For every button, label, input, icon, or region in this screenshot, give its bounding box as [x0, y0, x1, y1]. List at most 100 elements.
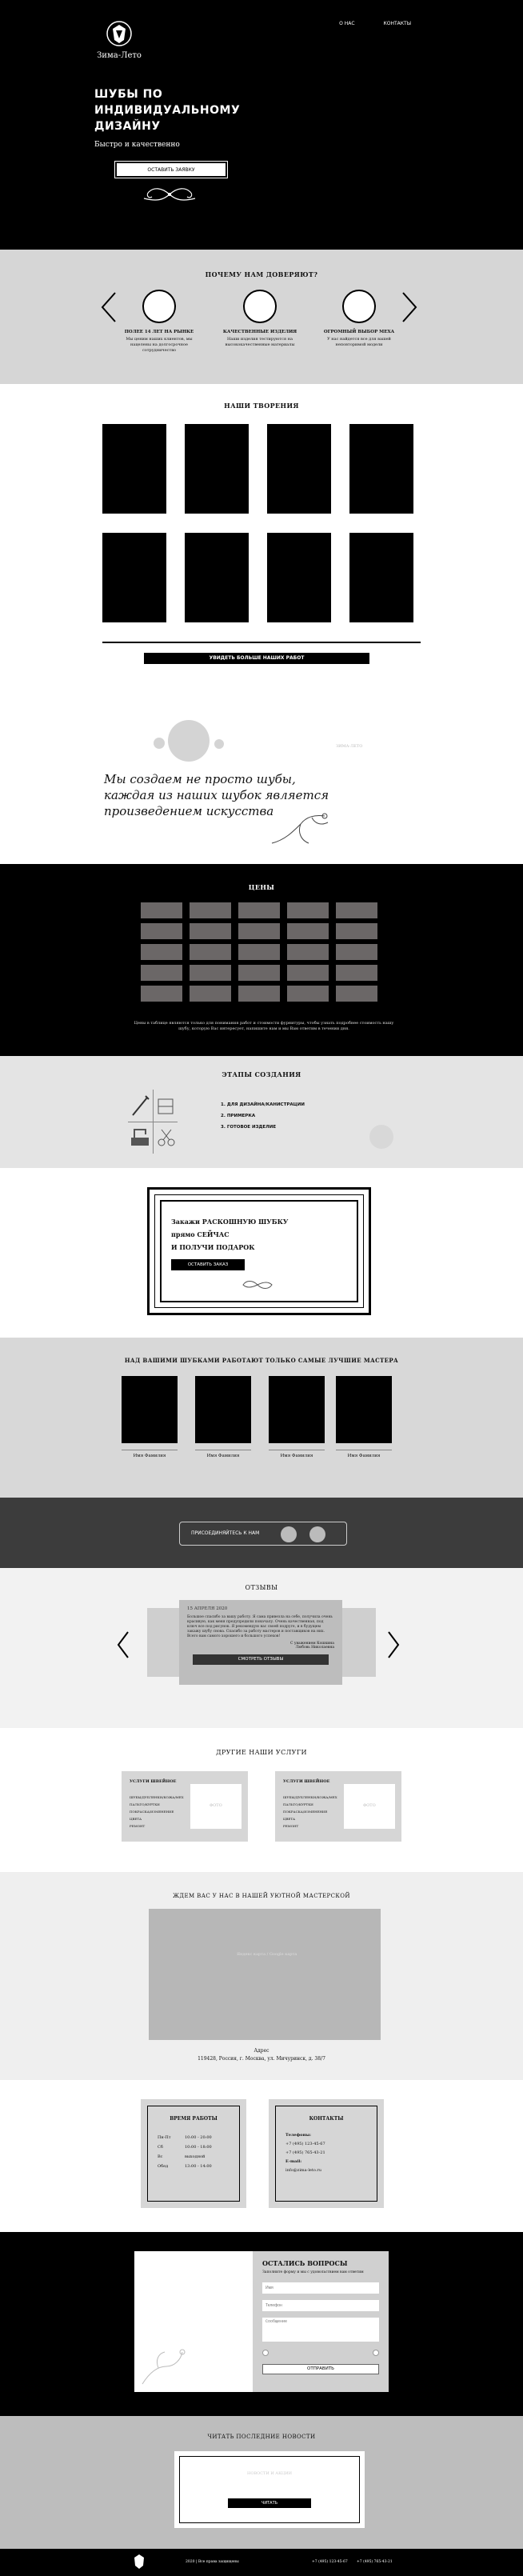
master-name: Имя Фамилия — [133, 1454, 166, 1458]
why-item-title: ОГРОМНЫЙ ВЫБОР МЕХА — [323, 330, 395, 334]
price-cell — [287, 902, 329, 918]
service-photo-label: ФОТО — [210, 1803, 222, 1808]
offer-button[interactable]: ОСТАВИТЬ ЗАКАЗ — [171, 1259, 245, 1270]
ruler-icon — [158, 1098, 174, 1114]
master-card-2: Имя Фамилия — [195, 1376, 251, 1458]
work-photo[interactable] — [185, 533, 249, 622]
hours-day: Сб — [158, 2145, 163, 2150]
address-label: Адрес — [254, 2048, 269, 2054]
works-scrollbar[interactable] — [102, 642, 421, 643]
stages-illustration — [128, 1090, 178, 1154]
chevron-left-icon[interactable] — [99, 291, 118, 323]
stage-item: 1. ДЛЯ ДИЗАЙНА/КАНИСТРАЦИИ — [221, 1102, 305, 1107]
service-item: ПАЛЬТО/КУРТКИ — [130, 1802, 160, 1806]
consent-checkbox[interactable] — [262, 2350, 269, 2356]
offer-line-2: прямо СЕЙЧАС — [171, 1230, 230, 1238]
service-card-title: УСЛУГИ ШВЕЙНОЕ — [130, 1779, 177, 1784]
name-input[interactable] — [262, 2282, 379, 2294]
works-section: НАШИ ТВОРЕНИЯ УВИДЕТЬ БОЛЬШЕ НАШИХ РАБОТ — [0, 384, 523, 688]
consent-row — [262, 2350, 379, 2356]
work-photo[interactable] — [349, 424, 413, 514]
work-photo[interactable] — [185, 424, 249, 514]
service-item: РЕМОНТ — [283, 1824, 299, 1828]
hero-cta-button[interactable]: ОСТАВИТЬ ЗАЯВКУ — [114, 161, 228, 178]
service-card-1: УСЛУГИ ШВЕЙНОЕ ШУБЫ/ДУБЛЕНКИ/КОЖА/МЕХ ПА… — [122, 1771, 248, 1842]
why-item-title: КАЧЕСТВЕННЫЕ ИЗДЕЛИЯ — [222, 330, 297, 334]
phone-input[interactable] — [262, 2300, 379, 2311]
sewing-machine-icon — [131, 1129, 149, 1146]
send-button[interactable]: ОТПРАВИТЬ — [262, 2364, 379, 2374]
work-photo[interactable] — [267, 424, 331, 514]
question-form: ОСТАЛИСЬ ВОПРОСЫ Заполните форму и мы с … — [253, 2251, 389, 2392]
more-works-button[interactable]: УВИДЕТЬ БОЛЬШЕ НАШИХ РАБОТ — [144, 653, 369, 664]
work-photo[interactable] — [349, 533, 413, 622]
social-icon[interactable] — [309, 1526, 325, 1542]
service-item: ПАЛЬТО/КУРТКИ — [283, 1802, 313, 1806]
stage-item: 3. ГОТОВОЕ ИЗДЕЛИЕ — [221, 1125, 277, 1130]
decor-circle — [214, 739, 224, 749]
services-section: ДРУГИЕ НАШИ УСЛУГИ УСЛУГИ ШВЕЙНОЕ ШУБЫ/Д… — [0, 1728, 523, 1872]
contacts-line[interactable]: +7 (495) 765-43-21 — [285, 2149, 372, 2158]
why-item-text: Мы ценим наших клиентов, мы нацелены на … — [126, 337, 193, 353]
scissors-icon — [158, 1129, 175, 1146]
top-nav: О НАС КОНТАКТЫ — [339, 21, 411, 26]
why-item-3: ОГРОМНЫЙ ВЫБОР МЕХА У нас найдется все д… — [318, 290, 400, 348]
contacts-line: E-mail: — [285, 2159, 302, 2164]
join-section: ПРИСОЕДИНЯЙТЕСЬ К НАМ — [0, 1498, 523, 1568]
offer-frame: Закажи РАСКОШНУЮ ШУБКУ прямо СЕЙЧАС И ПО… — [147, 1187, 371, 1315]
news-inner-label: НОВОСТИ И АКЦИИ — [246, 2471, 293, 2476]
price-table — [141, 902, 377, 1002]
social-icon[interactable] — [281, 1526, 297, 1542]
see-reviews-button[interactable]: СМОТРЕТЬ ОТЗЫВЫ — [193, 1654, 329, 1665]
decor-circle — [369, 1125, 393, 1149]
chevron-right-icon[interactable] — [400, 291, 419, 323]
work-photo[interactable] — [267, 533, 331, 622]
price-cell — [141, 902, 182, 918]
footer-phone[interactable]: +7 (495) 765-43-21 — [357, 2560, 393, 2564]
map-embed[interactable]: Яндекс карта / Google карта — [149, 1909, 381, 2040]
chevron-right-icon[interactable] — [385, 1630, 401, 1659]
price-cell — [238, 986, 280, 1002]
read-news-button[interactable]: ЧИТАТЬ — [228, 2498, 311, 2508]
contacts-line[interactable]: +7 (495) 123-45-67 — [285, 2140, 372, 2149]
price-cell — [238, 944, 280, 960]
hours-time: выходной — [185, 2154, 206, 2159]
price-cell — [336, 986, 377, 1002]
logo[interactable]: Зима-Лето — [94, 19, 144, 60]
join-bar: ПРИСОЕДИНЯЙТЕСЬ К НАМ — [179, 1522, 347, 1546]
service-item: ШУБЫ/ДУБЛЕНКИ/КОЖА/МЕХ — [283, 1795, 337, 1799]
hero-subhead: Быстро и качественно — [94, 141, 180, 149]
question-section: ОСТАЛИСЬ ВОПРОСЫ Заполните форму и мы с … — [0, 2232, 523, 2416]
review-date: 15 АПРЕЛЯ 2020 — [187, 1606, 228, 1611]
news-section: ЧИТАТЬ ПОСЛЕДНИЕ НОВОСТИ НОВОСТИ И АКЦИИ… — [0, 2416, 523, 2549]
offer-line-1: Закажи РАСКОШНУЮ ШУБКУ — [171, 1218, 289, 1226]
master-card-4: Имя Фамилия — [336, 1376, 392, 1458]
stages-section: ЭТАПЫ СОЗДАНИЯ 1. ДЛЯ ДИЗАЙНА/КАНИСТРАЦИ… — [0, 1056, 523, 1168]
why-section: ПОЧЕМУ НАМ ДОВЕРЯЮТ? ПОЛЕЕ 14 ЛЕТ НА РЫН… — [0, 250, 523, 384]
hours-day: Пн-Пт — [158, 2135, 171, 2140]
why-title: ПОЧЕМУ НАМ ДОВЕРЯЮТ? — [205, 270, 318, 278]
consent-checkbox[interactable] — [373, 2350, 379, 2356]
price-cell — [287, 986, 329, 1002]
contacts-card: КОНТАКТЫ Телефоны: +7 (495) 123-45-67 +7… — [269, 2099, 384, 2208]
question-title: ОСТАЛИСЬ ВОПРОСЫ — [262, 2259, 348, 2267]
chevron-left-icon[interactable] — [115, 1630, 131, 1659]
price-cell — [190, 902, 231, 918]
contacts-line[interactable]: info@zima-leto.ru — [285, 2166, 372, 2175]
reviews-section: ОТЗЫВЫ 15 АПРЕЛЯ 2020 Большое спасибо за… — [0, 1568, 523, 1728]
footer-logo-icon[interactable] — [131, 2553, 147, 2570]
master-name: Имя Фамилия — [206, 1454, 240, 1458]
floral-ornament-icon — [142, 2349, 186, 2385]
nav-about[interactable]: О НАС — [339, 21, 354, 26]
prices-title: ЦЕНЫ — [248, 883, 275, 891]
price-cell — [141, 965, 182, 981]
question-sub: Заполните форму и мы с удовольствием вам… — [262, 2270, 364, 2274]
price-cell — [336, 944, 377, 960]
work-photo[interactable] — [102, 533, 166, 622]
work-photo[interactable] — [102, 424, 166, 514]
message-input[interactable] — [262, 2318, 379, 2342]
price-cell — [336, 923, 377, 939]
nav-contacts[interactable]: КОНТАКТЫ — [384, 21, 411, 26]
price-cell — [336, 965, 377, 981]
footer-phone[interactable]: +7 (495) 123-45-67 — [312, 2560, 348, 2564]
